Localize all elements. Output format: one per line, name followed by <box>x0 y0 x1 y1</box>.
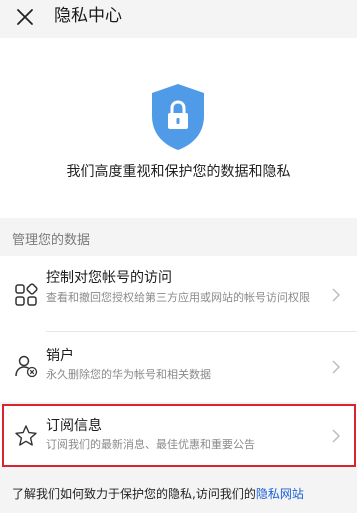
row-description: 永久删除您的华为帐号和相关数据 <box>46 368 211 381</box>
hero-panel: 我们高度重视和保护您的数据和隐私 <box>0 38 357 218</box>
section-label: 管理您的数据 <box>12 233 91 248</box>
row-title: 订阅信息 <box>46 418 102 434</box>
close-button[interactable] <box>12 4 38 30</box>
star-icon <box>15 425 37 446</box>
row-title: 销户 <box>46 348 74 364</box>
close-icon <box>17 9 33 25</box>
header-bar: 隐私中心 <box>0 0 357 38</box>
privacy-site-link[interactable]: 隐私网站 <box>256 487 304 501</box>
row-description: 订阅我们的最新消息、最佳优惠和重要公告 <box>46 438 255 451</box>
shield-lock-icon <box>152 84 204 150</box>
row-delete-account[interactable]: 销户 永久删除您的华为帐号和相关数据 <box>0 332 357 402</box>
footer-text: 了解我们如何致力于保护您的隐私,访问我们的隐私网站 <box>12 486 304 502</box>
row-subscriptions[interactable]: 订阅信息 订阅我们的最新消息、最佳优惠和重要公告 <box>0 406 357 466</box>
chevron-right-icon <box>332 288 341 302</box>
chevron-right-icon <box>332 429 341 443</box>
row-account-access[interactable]: 控制对您帐号的访问 查看和撤回您授权给第三方应用或网站的帐号访问权限 <box>0 256 357 332</box>
apps-grid-icon <box>15 283 38 306</box>
page-title: 隐私中心 <box>54 6 122 26</box>
hero-text: 我们高度重视和保护您的数据和隐私 <box>66 164 291 180</box>
footer-message: 了解我们如何致力于保护您的隐私,访问我们的 <box>12 487 256 501</box>
row-description: 查看和撤回您授权给第三方应用或网站的帐号访问权限 <box>46 291 310 304</box>
row-title: 控制对您帐号的访问 <box>46 270 172 286</box>
chevron-right-icon <box>332 360 341 374</box>
user-remove-icon <box>15 355 38 378</box>
